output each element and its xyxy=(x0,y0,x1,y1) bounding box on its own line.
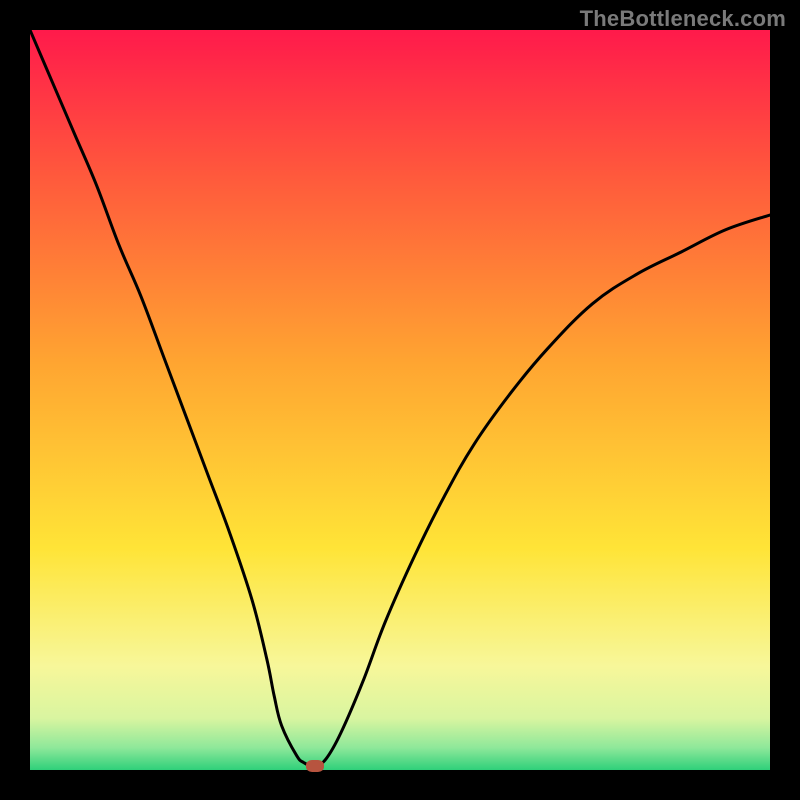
watermark-text: TheBottleneck.com xyxy=(580,6,786,32)
chart-frame: TheBottleneck.com xyxy=(0,0,800,800)
optimum-marker xyxy=(306,760,324,772)
plot-area xyxy=(30,30,770,770)
bottleneck-curve xyxy=(30,30,770,770)
curve-path xyxy=(30,30,770,766)
